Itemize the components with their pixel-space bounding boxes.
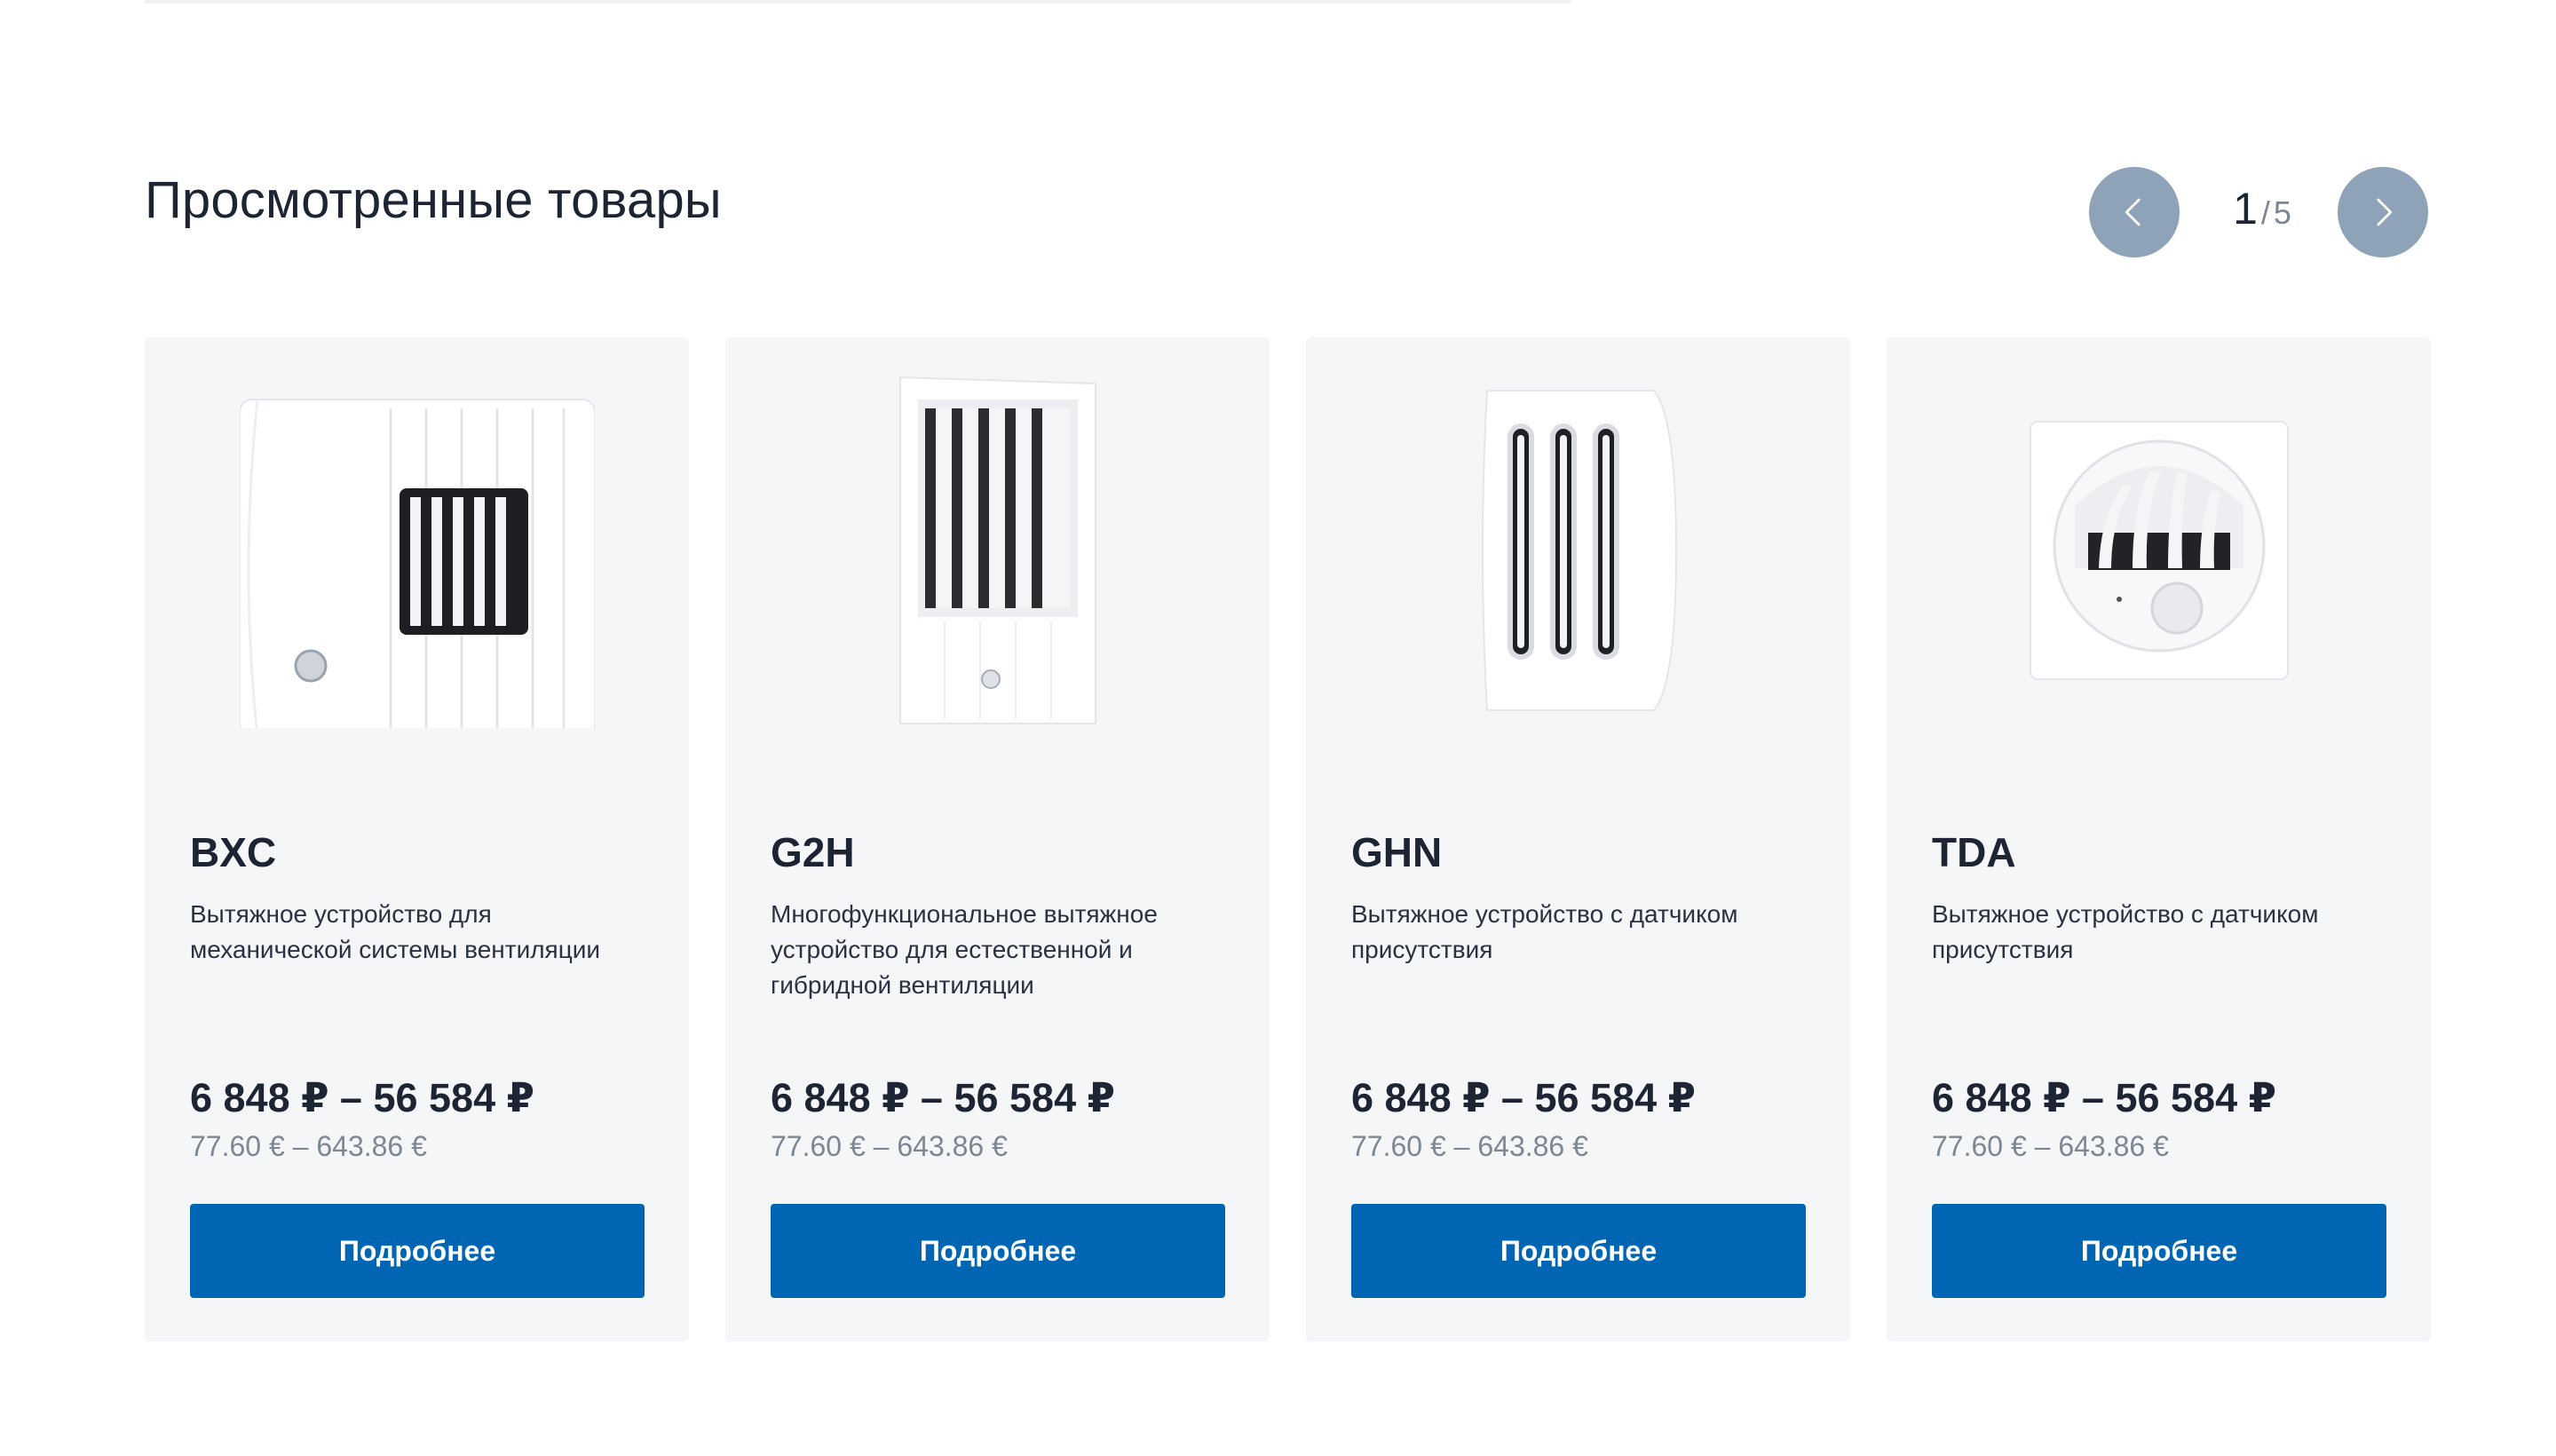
product-image: [770, 376, 1225, 724]
product-name: GHN: [1351, 829, 1443, 875]
details-button[interactable]: Подробнее: [1932, 1204, 2386, 1298]
page-total: 5: [2273, 194, 2291, 231]
prev-button[interactable]: [2089, 167, 2180, 257]
exhaust-unit-image: [239, 399, 595, 728]
product-card: GHN Вытяжное устройство с датчиком прису…: [1306, 337, 1850, 1341]
chevron-left-icon: [2125, 198, 2141, 226]
product-image: [1350, 390, 1806, 711]
carousel-pager: 1/5: [2089, 167, 2428, 257]
product-description: Вытяжное устройство с датчиком присутств…: [1932, 900, 2319, 963]
exhaust-unit-image: [2029, 421, 2289, 680]
page-current: 1: [2233, 184, 2258, 233]
product-card: G2H Многофункциональное вытяжное устройс…: [725, 337, 1270, 1341]
page-separator: /: [2260, 194, 2270, 231]
product-description: Вытяжное устройство для механической сис…: [190, 900, 601, 963]
product-name: BXC: [190, 829, 277, 875]
chevron-right-icon: [2377, 198, 2393, 226]
top-divider: [145, 0, 1571, 4]
product-image: [189, 391, 645, 728]
product-name: G2H: [771, 829, 855, 875]
product-price-eur: 77.60 € – 643.86 €: [771, 1130, 1008, 1162]
next-button[interactable]: [2338, 167, 2428, 257]
product-card: BXC Вытяжное устройство для механической…: [145, 337, 689, 1341]
details-button[interactable]: Подробнее: [1351, 1204, 1806, 1298]
exhaust-unit-image: [898, 376, 1096, 724]
product-description: Многофункциональное вытяжное устройство …: [771, 900, 1158, 999]
product-card: TDA Вытяжное устройство с датчиком прису…: [1887, 337, 2431, 1341]
exhaust-unit-image: [1481, 390, 1677, 711]
product-price-eur: 77.60 € – 643.86 €: [190, 1130, 427, 1162]
product-price-rub: 6 848 ₽ – 56 584 ₽: [1932, 1075, 2276, 1120]
product-name: TDA: [1932, 829, 2016, 875]
product-image: [1931, 391, 2386, 710]
product-price-eur: 77.60 € – 643.86 €: [1351, 1130, 1588, 1162]
section-title: Просмотренные товары: [145, 171, 722, 229]
page-counter: 1/5: [2209, 183, 2315, 234]
details-button[interactable]: Подробнее: [771, 1204, 1225, 1298]
product-price-rub: 6 848 ₽ – 56 584 ₽: [771, 1075, 1115, 1120]
product-price-rub: 6 848 ₽ – 56 584 ₽: [190, 1075, 534, 1120]
details-button[interactable]: Подробнее: [190, 1204, 645, 1298]
product-description: Вытяжное устройство с датчиком присутств…: [1351, 900, 1738, 963]
product-price-rub: 6 848 ₽ – 56 584 ₽: [1351, 1075, 1696, 1120]
product-price-eur: 77.60 € – 643.86 €: [1932, 1130, 2169, 1162]
